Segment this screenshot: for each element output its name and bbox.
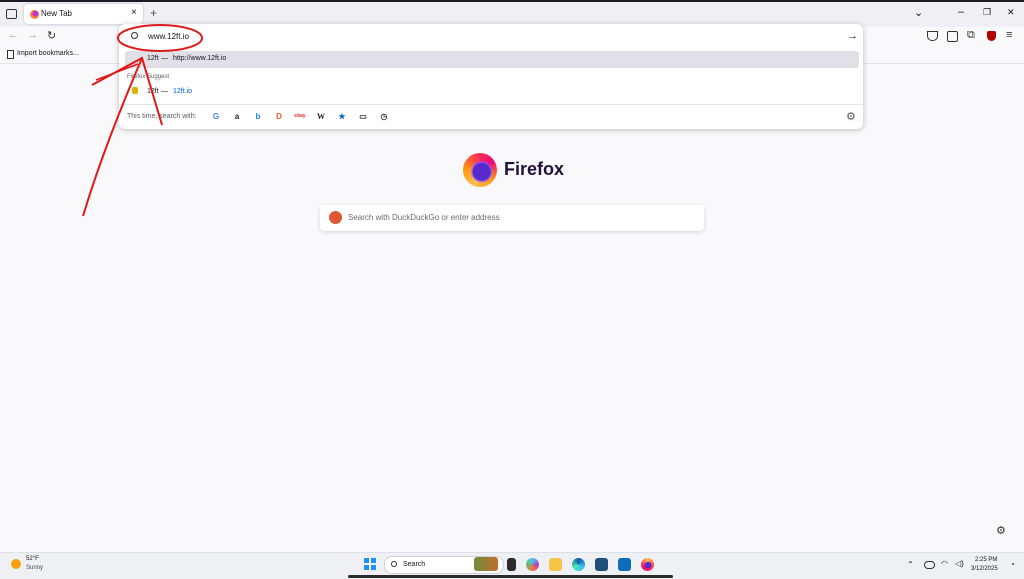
tray-cloud-icon[interactable] (924, 561, 935, 569)
firefox-tab-icon (30, 10, 39, 19)
start-windows-icon[interactable] (364, 558, 376, 570)
hamburger-menu-icon[interactable]: ≡ (1006, 29, 1012, 41)
suggestion-icon (132, 87, 138, 94)
new-tab-page (0, 64, 1024, 552)
tab-overview-icon[interactable] (6, 9, 17, 19)
tray-chevron-icon[interactable]: ⌃ (907, 560, 914, 569)
new-tab-button[interactable]: + (150, 6, 157, 20)
reload-icon[interactable]: ↻ (47, 29, 56, 42)
search-highlight-icon (474, 557, 498, 571)
copilot-icon[interactable] (526, 558, 539, 571)
close-tab-icon[interactable]: × (131, 7, 137, 18)
result-separator: — (161, 55, 168, 62)
one-off-engines: G a b D ebay W ★ ▭ ◷ (209, 109, 391, 123)
suggestion-separator: — (161, 88, 168, 95)
minimize-button[interactable]: – (958, 6, 964, 18)
clock-date[interactable]: 3/12/2025 (971, 566, 998, 572)
notification-bell-icon[interactable]: ◔ (1010, 560, 1015, 569)
file-explorer-icon[interactable] (549, 558, 562, 571)
list-all-tabs-icon[interactable]: ⌄ (914, 6, 923, 19)
outlook-icon[interactable] (618, 558, 631, 571)
duckduckgo-icon (329, 211, 342, 224)
taskbar-search-icon (391, 561, 397, 567)
edge-icon[interactable] (572, 558, 585, 571)
extensions-icon[interactable]: ⧉ (967, 29, 975, 42)
task-view-icon[interactable] (507, 558, 516, 571)
customize-gear-icon[interactable]: ⚙ (996, 524, 1006, 537)
close-window-button[interactable]: ✕ (1007, 7, 1015, 18)
suggestion-url[interactable]: 12ft.io (173, 88, 192, 95)
newtab-search-placeholder: Search with DuckDuckGo or enter address (348, 213, 500, 222)
urlbar-input[interactable]: www.12ft.io (148, 32, 189, 41)
firefox-taskbar-icon[interactable] (641, 558, 654, 571)
result-url: http://www.12ft.io (173, 55, 227, 62)
duckduckgo-icon[interactable]: D (272, 109, 286, 123)
taskbar-apps (507, 558, 654, 571)
wifi-icon[interactable]: ◠ (941, 559, 948, 568)
amazon-icon[interactable]: a (230, 109, 244, 123)
ublock-shield-icon[interactable] (987, 31, 996, 41)
taskbar-search-label: Search (403, 561, 426, 568)
pocket-icon[interactable] (927, 31, 938, 41)
restore-button[interactable]: ❐ (983, 7, 991, 18)
firefox-logo (463, 153, 497, 187)
screenshot-icon[interactable] (947, 31, 958, 42)
one-off-label: This time, search with: (127, 113, 197, 120)
suggest-group-label: Firefox Suggest (127, 74, 170, 80)
forward-icon[interactable]: → (27, 29, 38, 41)
import-bookmarks-link[interactable]: Import bookmarks... (17, 50, 79, 57)
firefox-wordmark: Firefox (504, 159, 565, 179)
wikipedia-icon[interactable]: W (314, 109, 328, 123)
result-title: 12ft (147, 55, 159, 62)
weather-desc: Sunny (26, 565, 44, 571)
google-icon[interactable]: G (209, 109, 223, 123)
go-arrow-button[interactable]: → (847, 30, 858, 42)
sun-icon (11, 559, 21, 569)
ebay-icon[interactable]: ebay (293, 109, 307, 123)
suggestion-title[interactable]: 12ft (147, 88, 159, 95)
history-icon[interactable]: ◷ (377, 109, 391, 123)
search-icon (131, 32, 138, 39)
weather-temp: 52°F (26, 556, 39, 562)
urlbar-result-selected[interactable] (125, 51, 859, 68)
search-settings-gear-icon[interactable]: ⚙ (846, 110, 856, 123)
tabs-icon[interactable]: ▭ (356, 109, 370, 123)
clock-time[interactable]: 2:25 PM (975, 557, 997, 563)
import-bookmarks-icon (7, 50, 14, 59)
bookmarks-star-icon[interactable]: ★ (335, 109, 349, 123)
volume-icon[interactable]: ◁) (955, 559, 964, 568)
store-icon[interactable] (595, 558, 608, 571)
bing-icon[interactable]: b (251, 109, 265, 123)
back-icon[interactable]: ← (8, 29, 19, 41)
tab-title: New Tab (41, 9, 72, 18)
